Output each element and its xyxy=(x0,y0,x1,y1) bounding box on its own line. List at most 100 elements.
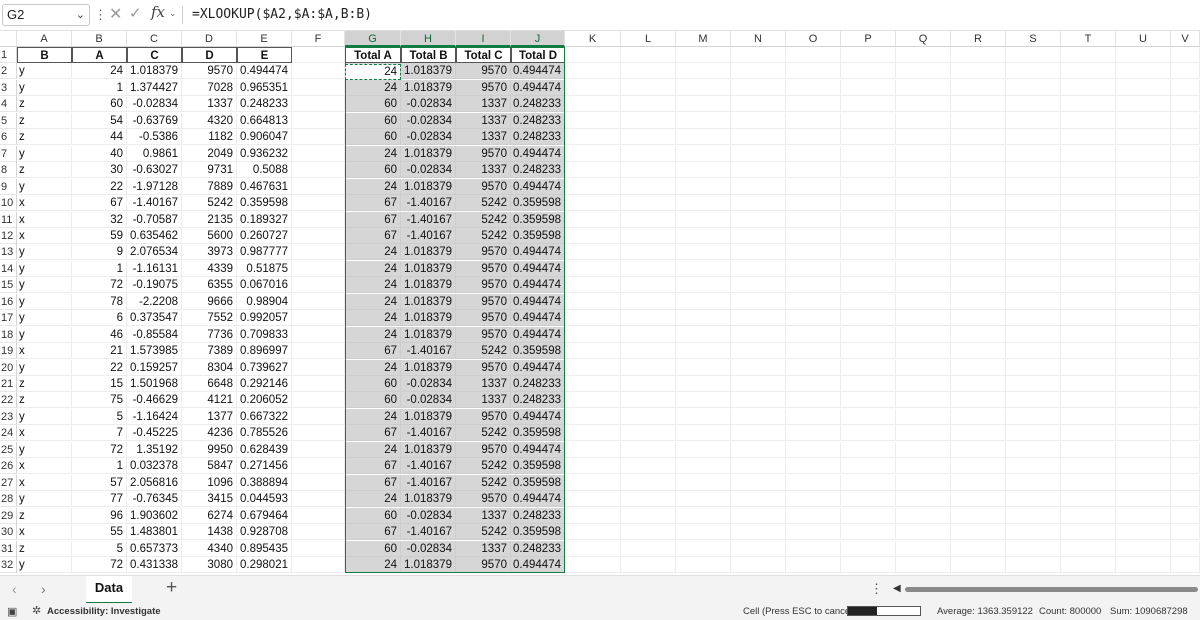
cell-k18[interactable] xyxy=(565,326,621,343)
cell-u29[interactable] xyxy=(1116,507,1171,524)
function-chevron-icon[interactable]: ⌄ xyxy=(169,8,177,19)
cell-c25[interactable]: 1.35192 xyxy=(127,441,182,458)
cell-f23[interactable] xyxy=(292,408,345,425)
column-header-b[interactable]: B xyxy=(72,31,127,47)
column-header-u[interactable]: U xyxy=(1116,31,1171,47)
cell-f19[interactable] xyxy=(292,343,345,360)
cell-m15[interactable] xyxy=(676,277,731,294)
cell-e26[interactable]: 0.271456 xyxy=(237,458,292,475)
cell-v7[interactable] xyxy=(1171,145,1200,162)
cell-a6[interactable]: z xyxy=(17,129,72,146)
cell-s23[interactable] xyxy=(1006,408,1061,425)
cell-s27[interactable] xyxy=(1006,474,1061,491)
cell-b22[interactable]: 75 xyxy=(72,392,127,409)
cell-m3[interactable] xyxy=(676,79,731,96)
cell-j17[interactable]: 0.494474 xyxy=(511,310,565,327)
cell-k6[interactable] xyxy=(565,129,621,146)
cell-n31[interactable] xyxy=(731,540,786,557)
cell-a8[interactable]: z xyxy=(17,162,72,179)
cell-b30[interactable]: 55 xyxy=(72,524,127,541)
row-header-8[interactable]: 8 xyxy=(0,162,17,179)
cell-f7[interactable] xyxy=(292,145,345,162)
cell-m20[interactable] xyxy=(676,359,731,376)
cell-s18[interactable] xyxy=(1006,326,1061,343)
cell-e25[interactable]: 0.628439 xyxy=(237,441,292,458)
cell-o24[interactable] xyxy=(786,425,841,442)
cell-r26[interactable] xyxy=(951,458,1006,475)
cell-h32[interactable]: 1.018379 xyxy=(401,556,456,573)
more-options-icon[interactable]: ⋮ xyxy=(94,7,107,23)
scroll-left-icon[interactable]: ◀ xyxy=(893,583,901,594)
cell-q5[interactable] xyxy=(896,112,951,129)
cell-f1[interactable] xyxy=(292,47,345,63)
cell-r2[interactable] xyxy=(951,63,1006,80)
cell-l31[interactable] xyxy=(621,540,676,557)
cell-o28[interactable] xyxy=(786,491,841,508)
cell-a24[interactable]: x xyxy=(17,425,72,442)
cell-j5[interactable]: 0.248233 xyxy=(511,112,565,129)
cell-e24[interactable]: 0.785526 xyxy=(237,425,292,442)
cell-p16[interactable] xyxy=(841,293,896,310)
cell-r32[interactable] xyxy=(951,556,1006,573)
cell-d7[interactable]: 2049 xyxy=(182,145,237,162)
cell-e29[interactable]: 0.679464 xyxy=(237,507,292,524)
cell-g29[interactable]: 60 xyxy=(345,507,401,524)
cell-t21[interactable] xyxy=(1061,376,1116,392)
cell-f32[interactable] xyxy=(292,556,345,573)
cell-o8[interactable] xyxy=(786,162,841,179)
cell-k26[interactable] xyxy=(565,458,621,475)
cell-q17[interactable] xyxy=(896,310,951,327)
cell-l7[interactable] xyxy=(621,145,676,162)
row-header-14[interactable]: 14 xyxy=(0,260,17,277)
cell-h31[interactable]: -0.02834 xyxy=(401,540,456,557)
cell-a15[interactable]: y xyxy=(17,277,72,294)
cell-h28[interactable]: 1.018379 xyxy=(401,491,456,508)
cell-b9[interactable]: 22 xyxy=(72,178,127,195)
cell-c26[interactable]: 0.032378 xyxy=(127,458,182,475)
cell-a27[interactable]: x xyxy=(17,474,72,491)
cell-o29[interactable] xyxy=(786,507,841,524)
cell-q7[interactable] xyxy=(896,145,951,162)
cell-d31[interactable]: 4340 xyxy=(182,540,237,557)
select-all-corner[interactable] xyxy=(0,31,17,47)
cell-v28[interactable] xyxy=(1171,491,1200,508)
cell-a14[interactable]: y xyxy=(17,260,72,277)
cell-s12[interactable] xyxy=(1006,227,1061,244)
cell-t6[interactable] xyxy=(1061,129,1116,146)
row-header-22[interactable]: 22 xyxy=(0,392,17,409)
cell-k21[interactable] xyxy=(565,376,621,392)
cell-s4[interactable] xyxy=(1006,96,1061,113)
cell-e19[interactable]: 0.896997 xyxy=(237,343,292,360)
cell-i1[interactable]: Total C xyxy=(456,47,511,63)
cell-h23[interactable]: 1.018379 xyxy=(401,408,456,425)
cell-h14[interactable]: 1.018379 xyxy=(401,260,456,277)
cell-e23[interactable]: 0.667322 xyxy=(237,408,292,425)
cell-j10[interactable]: 0.359598 xyxy=(511,195,565,212)
cell-r8[interactable] xyxy=(951,162,1006,179)
cell-b17[interactable]: 6 xyxy=(72,310,127,327)
cell-l3[interactable] xyxy=(621,79,676,96)
cell-e16[interactable]: 0.98904 xyxy=(237,293,292,310)
cell-r12[interactable] xyxy=(951,227,1006,244)
cell-u28[interactable] xyxy=(1116,491,1171,508)
cell-f26[interactable] xyxy=(292,458,345,475)
cell-b16[interactable]: 78 xyxy=(72,293,127,310)
cell-n9[interactable] xyxy=(731,178,786,195)
cell-n32[interactable] xyxy=(731,556,786,573)
cell-m19[interactable] xyxy=(676,343,731,360)
cell-k20[interactable] xyxy=(565,359,621,376)
cell-n4[interactable] xyxy=(731,96,786,113)
cell-j15[interactable]: 0.494474 xyxy=(511,277,565,294)
cell-j23[interactable]: 0.494474 xyxy=(511,408,565,425)
cell-h19[interactable]: -1.40167 xyxy=(401,343,456,360)
cell-j26[interactable]: 0.359598 xyxy=(511,458,565,475)
cell-j19[interactable]: 0.359598 xyxy=(511,343,565,360)
row-header-29[interactable]: 29 xyxy=(0,507,17,524)
cell-q4[interactable] xyxy=(896,96,951,113)
cell-b29[interactable]: 96 xyxy=(72,507,127,524)
row-header-27[interactable]: 27 xyxy=(0,474,17,491)
cell-v18[interactable] xyxy=(1171,326,1200,343)
cell-i16[interactable]: 9570 xyxy=(456,293,511,310)
cell-c13[interactable]: 2.076534 xyxy=(127,244,182,261)
cell-q10[interactable] xyxy=(896,195,951,212)
